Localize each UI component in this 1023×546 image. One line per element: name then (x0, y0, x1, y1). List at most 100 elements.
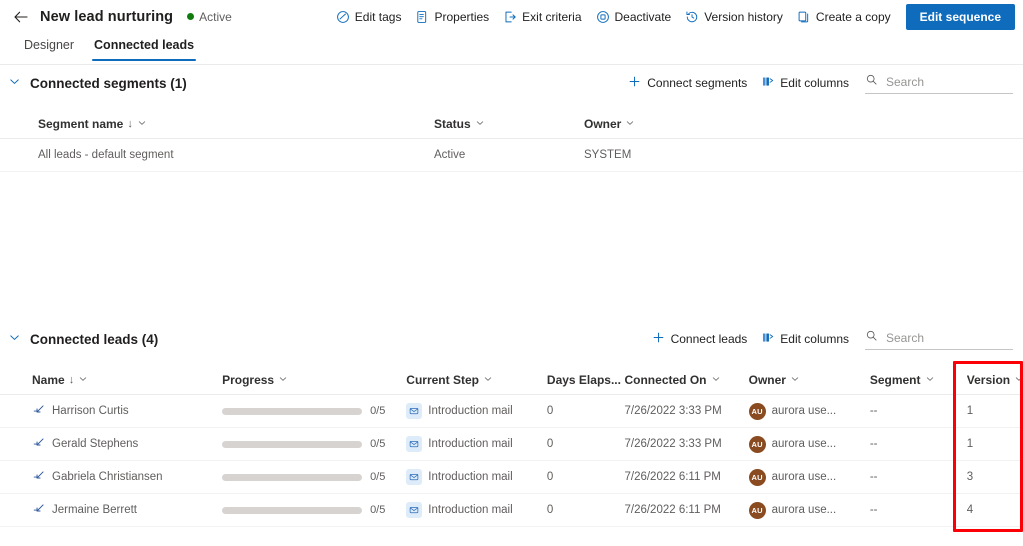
email-icon (406, 502, 423, 518)
cell-status: Active (434, 149, 466, 161)
column-header-owner[interactable]: Owner (584, 117, 784, 131)
cell-version: 1 (966, 438, 974, 450)
tab-connected-leads[interactable]: Connected leads (84, 36, 204, 61)
cell-connected-on: 7/26/2022 3:33 PM (624, 405, 722, 417)
search-icon (865, 73, 878, 91)
table-row[interactable]: Harrison Curtis 0/5 Introduction mail 0 … (0, 395, 1023, 428)
cell-days-elapsed: 0 (546, 504, 554, 516)
cell-days-elapsed: 0 (546, 405, 554, 417)
connect-leads-label: Connect leads (670, 332, 748, 346)
stop-circle-icon (596, 10, 610, 24)
collapse-leads-button[interactable] (2, 327, 26, 351)
table-row[interactable]: Gabriela Christiansen 0/5 Introduction m… (0, 461, 1023, 494)
cell-owner: SYSTEM (584, 149, 632, 161)
current-step-label: Introduction mail (428, 504, 513, 516)
current-step-label: Introduction mail (428, 438, 513, 450)
owner-header-label: Owner (584, 117, 622, 131)
leads-search-box[interactable] (865, 328, 1013, 350)
exit-icon (503, 10, 517, 24)
column-header-days-elapsed[interactable]: Days Elaps... (547, 373, 625, 387)
owner-label: aurora use... (771, 504, 837, 516)
connected-leads-title: Connected leads (4) (30, 331, 159, 347)
edit-sequence-button[interactable]: Edit sequence (905, 3, 1015, 30)
deactivate-button[interactable]: Deactivate (589, 3, 679, 31)
sequence-detail-page: New lead nurturing Active Edit tags Prop… (0, 0, 1023, 546)
table-row[interactable]: All leads - default segment Active SYSTE… (0, 139, 1023, 172)
history-icon (685, 10, 699, 24)
connected-on-header-label: Connected On (624, 373, 707, 387)
sort-ascending-icon: ↓ (127, 118, 133, 130)
sort-ascending-icon: ↓ (68, 374, 75, 386)
column-header-name[interactable]: Name ↓ (32, 373, 222, 387)
column-header-connected-on[interactable]: Connected On (624, 373, 748, 387)
lead-icon (32, 437, 46, 451)
cell-lead-owner: AU aurora use... (748, 468, 870, 486)
leads-search-input[interactable] (884, 330, 994, 346)
tab-designer[interactable]: Designer (14, 36, 84, 61)
chevron-down-icon (625, 117, 635, 131)
table-row[interactable]: Gerald Stephens 0/5 Introduction mail 0 … (0, 428, 1023, 461)
cell-days-elapsed: 0 (546, 471, 554, 483)
version-history-label: Version history (704, 9, 783, 24)
version-history-button[interactable]: Version history (678, 3, 790, 31)
cell-segment: -- (869, 438, 878, 450)
cell-progress: 0/5 (222, 405, 406, 417)
column-header-segment[interactable]: Segment (870, 373, 967, 387)
progress-indicator: 0/5 (222, 471, 385, 483)
current-step-label: Introduction mail (428, 471, 513, 483)
exit-criteria-label: Exit criteria (522, 9, 582, 24)
column-header-progress[interactable]: Progress (222, 373, 406, 387)
table-row[interactable]: Jermaine Berrett 0/5 Introduction mail 0… (0, 494, 1023, 527)
cell-lead-name: Harrison Curtis (32, 404, 222, 418)
cell-segment: -- (869, 405, 878, 417)
plus-icon (652, 331, 665, 347)
exit-criteria-button[interactable]: Exit criteria (496, 3, 588, 31)
properties-button[interactable]: Properties (408, 3, 496, 31)
email-icon (406, 469, 423, 485)
columns-icon (761, 75, 774, 91)
lead-name-label: Gerald Stephens (52, 438, 139, 450)
progress-track (222, 407, 363, 415)
column-header-status[interactable]: Status (434, 117, 584, 131)
tag-icon (336, 10, 350, 24)
chevron-down-icon (1014, 373, 1023, 387)
column-header-version[interactable]: Version (967, 373, 1023, 387)
leads-edit-columns-button[interactable]: Edit columns (755, 327, 855, 351)
chevron-down-icon (483, 373, 493, 387)
create-a-copy-button[interactable]: Create a copy (790, 3, 898, 31)
name-header-label: Name (32, 373, 65, 387)
cell-version: 3 (966, 471, 974, 483)
chevron-down-icon (78, 373, 88, 387)
chevron-down-icon (475, 117, 485, 131)
collapse-segments-button[interactable] (2, 71, 26, 95)
cell-lead-name: Gerald Stephens (32, 437, 222, 451)
connect-segments-label: Connect segments (647, 76, 748, 90)
lead-name-label: Jermaine Berrett (52, 504, 138, 516)
plus-icon (628, 75, 641, 91)
segments-edit-columns-button[interactable]: Edit columns (755, 71, 855, 95)
edit-tags-button[interactable]: Edit tags (329, 3, 409, 31)
search-icon (865, 329, 878, 347)
owner-label: aurora use... (771, 405, 837, 417)
connect-leads-button[interactable]: Connect leads (646, 327, 754, 351)
connect-segments-button[interactable]: Connect segments (622, 71, 753, 95)
column-header-lead-owner[interactable]: Owner (749, 373, 870, 387)
back-button[interactable] (6, 2, 36, 32)
lead-icon (32, 503, 46, 517)
cell-segment-name: All leads - default segment (38, 149, 174, 161)
column-header-current-step[interactable]: Current Step (406, 373, 547, 387)
leads-toolbar: Connect leads Edit columns (646, 327, 1023, 351)
segments-search-input[interactable] (884, 74, 994, 90)
edit-tags-label: Edit tags (354, 9, 402, 24)
cell-version: 4 (966, 504, 974, 516)
cell-connected-on: 7/26/2022 6:11 PM (624, 471, 721, 483)
progress-label: 0/5 (370, 504, 386, 516)
column-header-segment-name[interactable]: Segment name ↓ (38, 117, 434, 131)
command-bar: New lead nurturing Active Edit tags Prop… (0, 0, 1023, 33)
segments-search-box[interactable] (865, 72, 1013, 94)
email-icon (406, 403, 423, 419)
leads-edit-columns-label: Edit columns (780, 332, 849, 346)
connected-segments-header: Connected segments (1) Connect segments (0, 68, 1023, 98)
arrow-left-icon (13, 9, 29, 25)
status-header-label: Status (434, 117, 471, 131)
